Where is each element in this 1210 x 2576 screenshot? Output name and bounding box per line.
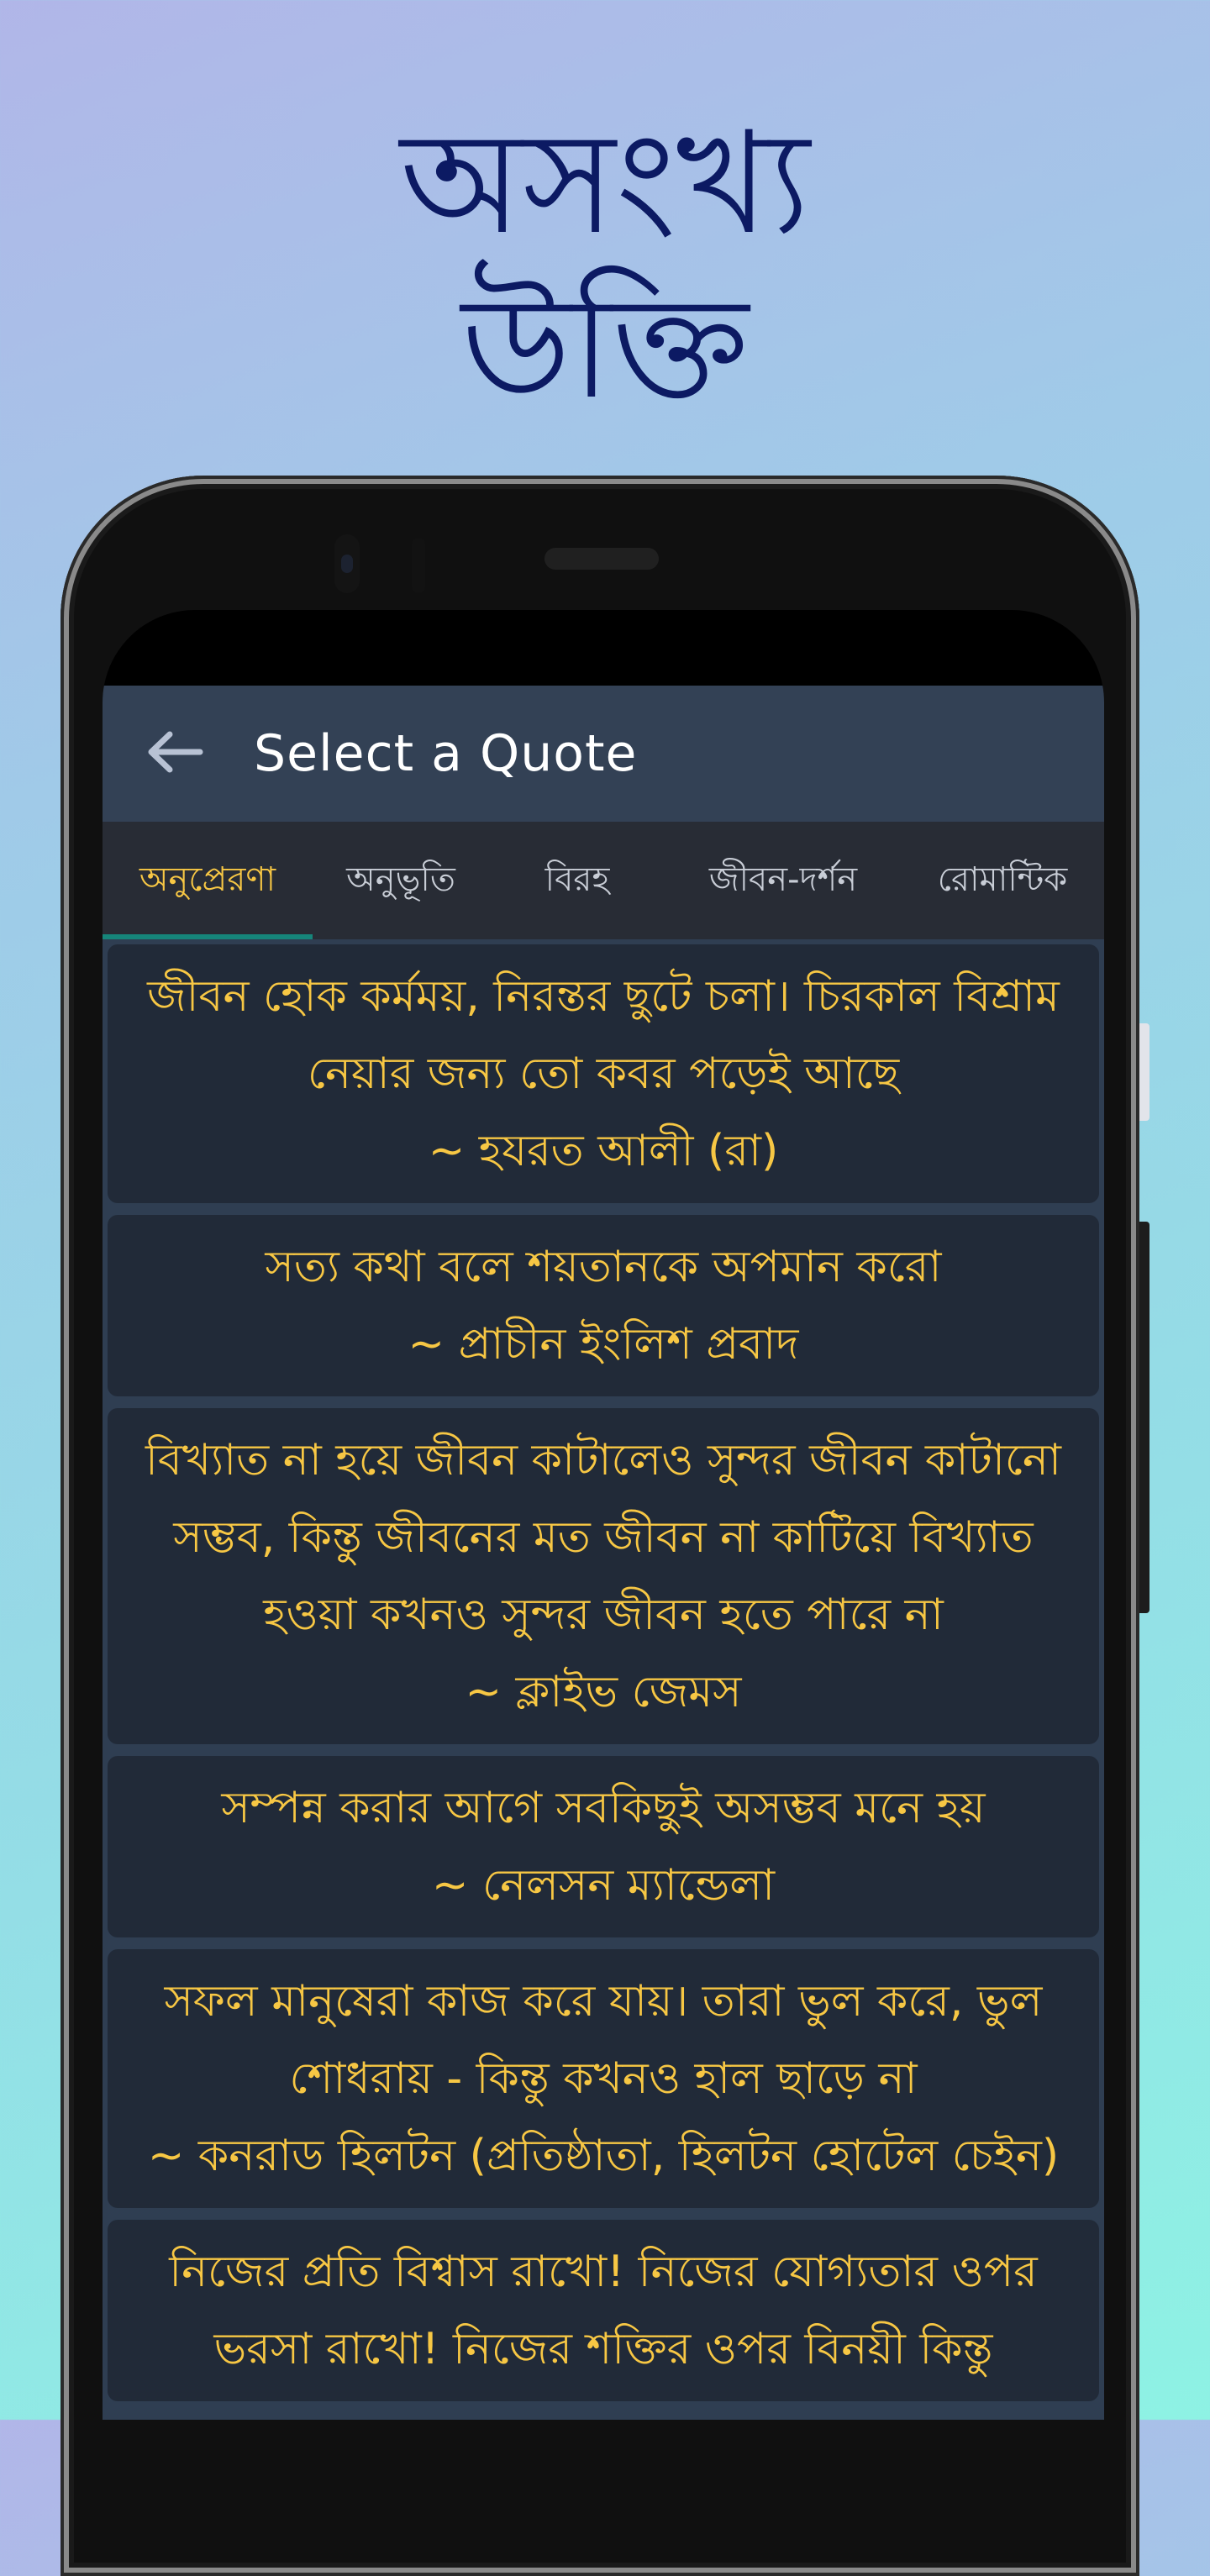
proximity-sensor (412, 538, 425, 593)
quote-card[interactable]: জীবন হোক কর্মময়, নিরন্তর ছুটে চলা। চিরক… (108, 944, 1099, 1203)
back-button[interactable] (128, 707, 220, 800)
quote-card[interactable]: সত্য কথা বলে শয়তানকে অপমান করো ~ প্রাচী… (108, 1215, 1099, 1396)
headline-line-2: উক্তি (460, 265, 750, 430)
quote-author: ~ হযরত আলী (রা) (428, 1126, 779, 1176)
quote-author: ~ নেলসন ম্যান্ডেলা (431, 1860, 776, 1911)
quote-card[interactable]: সম্পন্ন করার আগে সবকিছুই অসম্ভব মনে হয় … (108, 1756, 1099, 1937)
quote-list[interactable]: জীবন হোক কর্মময়, নিরন্তর ছুটে চলা। চিরক… (103, 939, 1104, 2420)
quote-card[interactable]: সফল মানুষেরা কাজ করে যায়। তারা ভুল করে,… (108, 1949, 1099, 2208)
tab-inspiration[interactable]: অনুপ্রেরণা (103, 822, 313, 939)
quote-card[interactable]: বিখ্যাত না হয়ে জীবন কাটালেও সুন্দর জীবন… (108, 1408, 1099, 1744)
arrow-left-icon (145, 731, 203, 776)
quote-author: ~ প্রাচীন ইংলিশ প্রবাদ (408, 1319, 799, 1369)
quote-text: জীবন হোক কর্মময়, নিরন্তর ছুটে চলা। চিরক… (147, 971, 1060, 1099)
tab-romantic[interactable]: রোমান্টিক (901, 822, 1104, 939)
phone-screen: Select a Quote অনুপ্রেরণা অনুভূতি বিরহ জ… (103, 610, 1104, 2420)
category-tabs: অনুপ্রেরণা অনুভূতি বিরহ জীবন-দর্শন রোমান… (103, 822, 1104, 939)
earpiece-speaker (544, 548, 659, 570)
quote-author: ~ ক্লাইভ জেমস (465, 1667, 742, 1717)
quote-text: সফল মানুষেরা কাজ করে যায়। তারা ভুল করে,… (164, 1976, 1043, 2104)
front-camera-icon (334, 534, 360, 593)
promo-headline: অসংখ্য উক্তি (0, 101, 1210, 430)
phone-power-button (1139, 1023, 1150, 1121)
phone-volume-button (1139, 1222, 1150, 1613)
quote-author: ~ কনরাড হিলটন (প্রতিষ্ঠাতা, হিলটন হোটেল … (147, 2131, 1060, 2181)
quote-text: সত্য কথা বলে শয়তানকে অপমান করো (265, 1242, 942, 1292)
quote-text: নিজের প্রতি বিশ্বাস রাখো! নিজের যোগ্যতার… (169, 2247, 1038, 2374)
page-title: Select a Quote (254, 724, 638, 783)
quote-text: বিখ্যাত না হয়ে জীবন কাটালেও সুন্দর জীবন… (145, 1435, 1061, 1640)
tab-feelings[interactable]: অনুভূতি (313, 822, 489, 939)
headline-line-1: অসংখ্য (400, 101, 810, 265)
app-bar: Select a Quote (103, 686, 1104, 822)
quote-card[interactable]: নিজের প্রতি বিশ্বাস রাখো! নিজের যোগ্যতার… (108, 2220, 1099, 2401)
quote-text: সম্পন্ন করার আগে সবকিছুই অসম্ভব মনে হয় (221, 1783, 986, 1833)
tab-life-philosophy[interactable]: জীবন-দর্শন (666, 822, 901, 939)
tab-separation[interactable]: বিরহ (489, 822, 666, 939)
